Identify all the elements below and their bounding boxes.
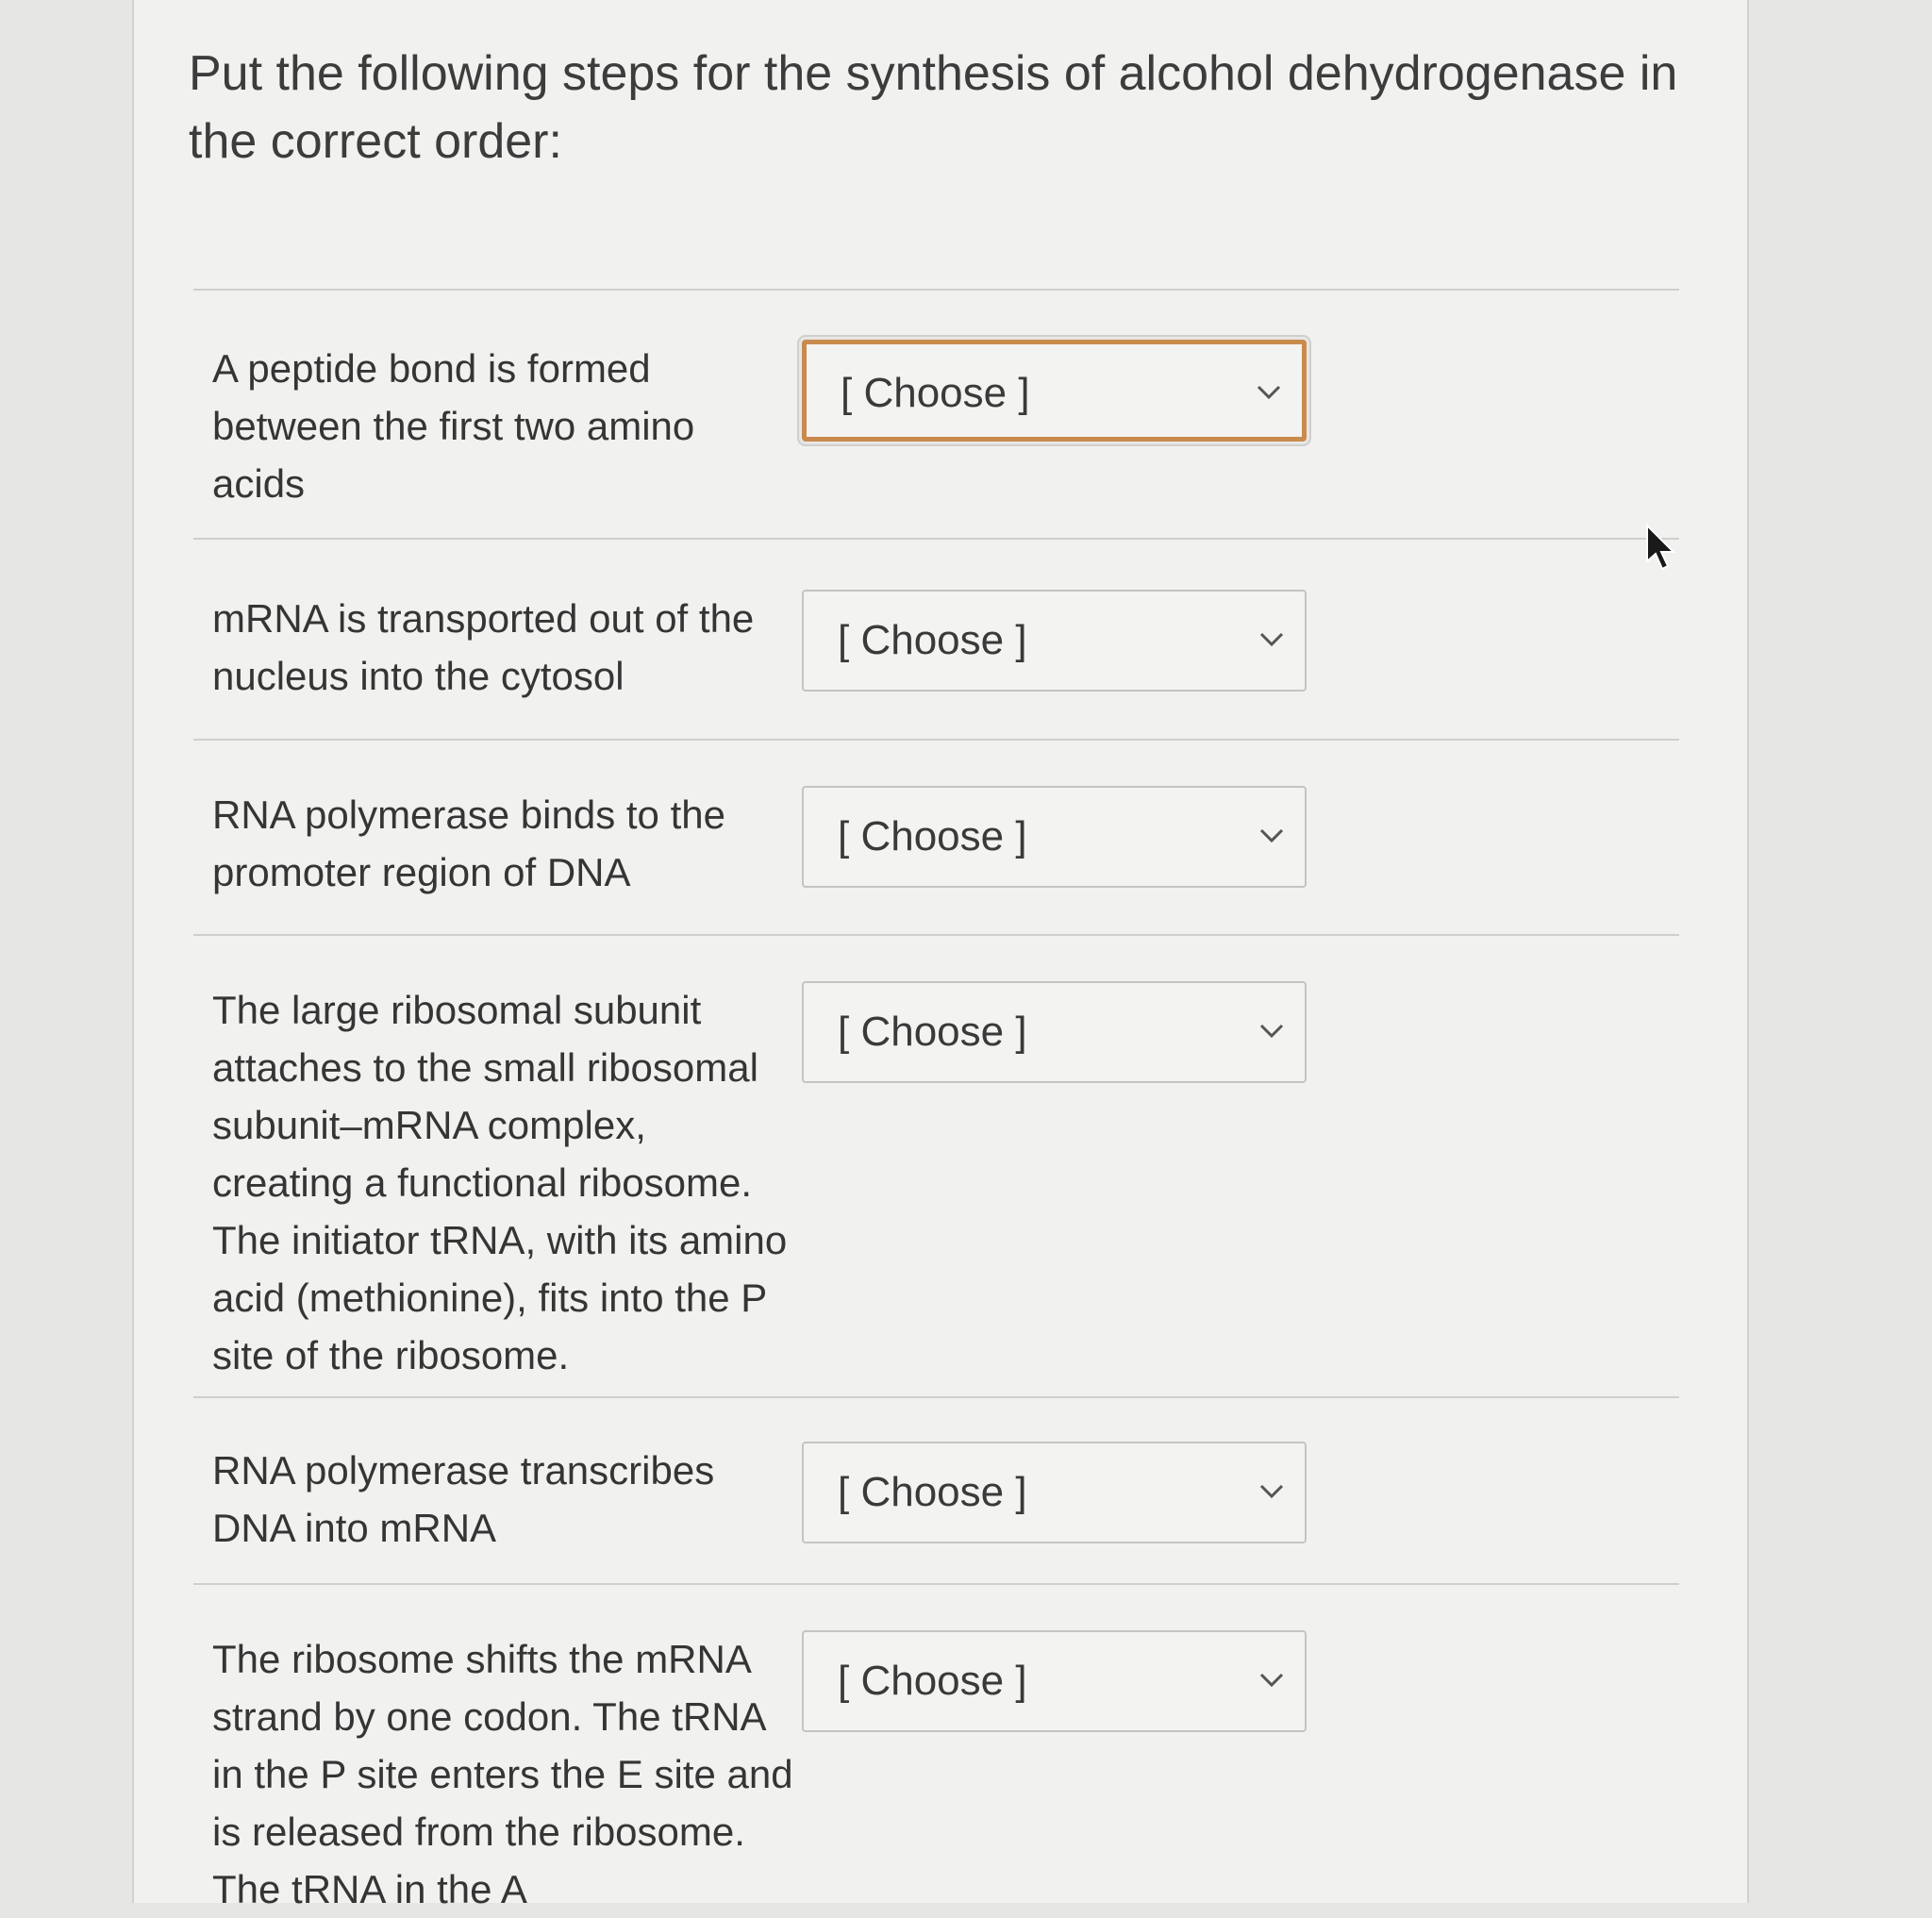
- order-select-6[interactable]: [ Choose ]: [802, 1630, 1307, 1732]
- select-value: [ Choose ]: [841, 370, 1030, 416]
- select-value: [ Choose ]: [838, 813, 1027, 859]
- select-value: [ Choose ]: [838, 1469, 1027, 1515]
- order-select-5[interactable]: [ Choose ]: [802, 1442, 1307, 1543]
- mouse-pointer-icon: [1646, 524, 1676, 571]
- select-value: [ Choose ]: [838, 617, 1027, 663]
- divider: [193, 538, 1679, 540]
- order-select-2[interactable]: [ Choose ]: [802, 590, 1307, 692]
- quiz-page: [132, 0, 1749, 1903]
- chevron-down-icon: [1259, 1024, 1284, 1039]
- chevron-down-icon: [1257, 385, 1281, 400]
- divider: [193, 934, 1679, 936]
- chevron-down-icon: [1259, 632, 1284, 647]
- question-prompt: Put the following steps for the synthesi…: [189, 46, 1678, 169]
- step-text: The ribosome shifts the mRNA strand by o…: [212, 1637, 793, 1911]
- step-text: RNA polymerase transcribes DNA into mRNA: [212, 1448, 715, 1550]
- divider: [193, 289, 1679, 291]
- divider: [193, 1583, 1679, 1585]
- divider: [193, 739, 1679, 741]
- order-select-4[interactable]: [ Choose ]: [802, 981, 1307, 1083]
- chevron-down-icon: [1259, 1673, 1284, 1688]
- select-value: [ Choose ]: [838, 1658, 1027, 1704]
- divider: [193, 1396, 1679, 1398]
- step-text: mRNA is transported out of the nucleus i…: [212, 596, 755, 698]
- step-text: A peptide bond is formed between the fir…: [212, 346, 695, 506]
- order-select-3[interactable]: [ Choose ]: [802, 786, 1307, 888]
- step-text: RNA polymerase binds to the promoter reg…: [212, 792, 725, 894]
- order-select-1[interactable]: [ Choose ]: [802, 340, 1307, 442]
- select-value: [ Choose ]: [838, 1009, 1027, 1055]
- chevron-down-icon: [1259, 1484, 1284, 1499]
- chevron-down-icon: [1259, 828, 1284, 843]
- step-text: The large ribosomal subunit attaches to …: [212, 988, 788, 1377]
